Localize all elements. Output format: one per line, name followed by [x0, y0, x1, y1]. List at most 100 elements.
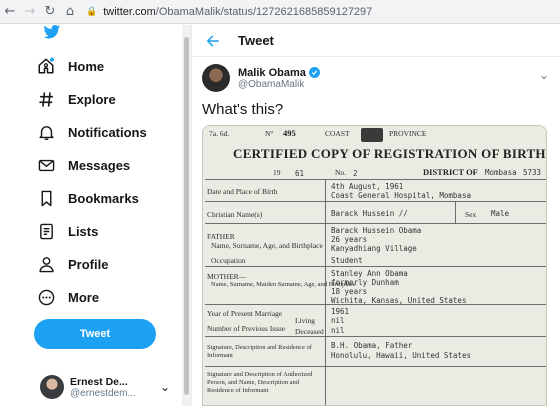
- cert-sex-value: Male: [491, 209, 510, 218]
- cert-row-value: B.H. Obama, Father: [331, 341, 413, 350]
- cert-row-label: Year of Present Marriage: [207, 309, 283, 318]
- cert-row-label: Name, Surname, Age, and Birthplace: [211, 241, 323, 250]
- chevron-down-icon[interactable]: ⌄: [539, 68, 549, 82]
- cert-district-value: Mombasa: [485, 168, 517, 177]
- cert-no-value: 2: [353, 169, 358, 178]
- page-title: Tweet: [238, 33, 274, 48]
- cert-column-rule: [325, 179, 326, 405]
- sidebar-item-profile[interactable]: Profile: [34, 251, 108, 277]
- bookmark-icon: [34, 186, 58, 210]
- account-name: Ernest De...: [70, 375, 128, 388]
- envelope-icon: [34, 153, 58, 177]
- cert-row-label: Christian Name(s): [207, 210, 263, 219]
- sidebar-item-label: Messages: [68, 157, 131, 173]
- cert-district-code: 5733: [523, 168, 542, 177]
- sidebar-item-label: More: [68, 289, 100, 305]
- cert-row-value: nil: [331, 326, 345, 335]
- sidebar-item-bookmarks[interactable]: Bookmarks: [34, 185, 139, 211]
- back-arrow-icon[interactable]: [204, 32, 222, 50]
- sidebar-item-home[interactable]: Home: [34, 53, 104, 79]
- url-path: /ObamaMalik/status/1272621685859127297: [155, 5, 373, 18]
- cert-no-label: No.: [335, 168, 347, 177]
- back-arrow-icon[interactable]: ←: [0, 1, 20, 23]
- sidebar-item-notifications[interactable]: Notifications: [34, 119, 147, 145]
- cert-rule: [205, 223, 546, 224]
- sidebar-item-label: Notifications: [68, 124, 147, 140]
- cert-coast: COAST: [325, 129, 350, 138]
- tweet-text: What's this?: [202, 101, 284, 118]
- cert-row-value: 1961: [331, 307, 350, 316]
- author-avatar[interactable]: [202, 64, 230, 92]
- cert-rule: [205, 266, 546, 267]
- cert-title: CERTIFIED COPY OF REGISTRATION OF BIRTH: [233, 146, 546, 161]
- author-name-row: Malik Obama: [238, 67, 320, 79]
- more-circle-icon: [34, 285, 58, 309]
- cert-row-value: nil: [331, 316, 345, 325]
- cert-row-label: Number of Previous Issue: [207, 324, 286, 333]
- cert-sex-label: Sex: [465, 210, 477, 219]
- sidebar-item-lists[interactable]: Lists: [34, 218, 98, 244]
- cert-year-prefix: 19: [273, 168, 281, 177]
- cert-number-label: N°: [265, 129, 274, 138]
- verified-badge-icon: [308, 67, 320, 78]
- cert-row-label: Signature, Description and Residence of …: [207, 344, 312, 359]
- cert-living-label: Living: [295, 316, 315, 325]
- reload-icon[interactable]: ↻: [40, 1, 60, 23]
- tweet-image[interactable]: 7a. 6d. N° 495 COAST PROVINCE CERTIFIED …: [202, 125, 547, 406]
- home-icon: [34, 54, 58, 78]
- cert-row-value: 4th August, 1961: [331, 182, 404, 191]
- cert-deceased-label: Deceased: [295, 327, 324, 336]
- main-column: Tweet Malik Obama @ObamaMalik ⌄ What's t…: [191, 25, 560, 406]
- cert-row-value: Student: [331, 256, 363, 265]
- page-header: Tweet: [192, 25, 560, 57]
- author-name[interactable]: Malik Obama: [238, 67, 306, 79]
- cert-rule: [205, 201, 546, 202]
- cert-row-value: Kanyadhiang Village: [331, 244, 417, 253]
- account-handle: @ernestdem...: [70, 387, 136, 399]
- sidebar-item-label: Lists: [68, 223, 99, 239]
- home-page-icon[interactable]: ⌂: [60, 1, 80, 23]
- left-sidebar: Home Explore Notifications Messages Book…: [0, 25, 182, 406]
- cert-row-value: Coast General Hospital, Mombasa: [331, 191, 471, 200]
- cert-row-value: 18 years: [331, 287, 368, 296]
- cert-row-value: Barack Hussein Obama: [331, 226, 422, 235]
- author-handle[interactable]: @ObamaMalik: [238, 79, 320, 90]
- sidebar-item-label: Profile: [68, 256, 109, 272]
- address-bar[interactable]: 🔒 twitter.com/ObamaMalik/status/12726216…: [86, 2, 560, 22]
- cert-row-label: Occupation: [211, 256, 246, 265]
- cert-row-value: formerly Dunham: [331, 278, 399, 287]
- chevron-down-icon: ⌄: [159, 380, 170, 394]
- cert-year-suffix: 61: [295, 169, 305, 178]
- cert-rule: [205, 366, 546, 367]
- scrollbar-thumb[interactable]: [184, 37, 189, 395]
- forward-arrow-icon[interactable]: →: [20, 1, 40, 23]
- avatar: [40, 375, 64, 399]
- cert-row-value: 26 years: [331, 235, 368, 244]
- sidebar-item-messages[interactable]: Messages: [34, 152, 130, 178]
- list-icon: [34, 219, 58, 243]
- sidebar-item-more[interactable]: More: [34, 284, 99, 310]
- sidebar-item-explore[interactable]: Explore: [34, 86, 116, 112]
- cert-row-value: Honolulu, Hawaii, United States: [331, 351, 471, 360]
- cert-number: 495: [283, 128, 296, 138]
- cert-row-label: FATHER: [207, 232, 235, 241]
- tweet-author: Malik Obama @ObamaMalik ⌄: [202, 62, 557, 94]
- coat-of-arms-emblem: [361, 128, 383, 142]
- cert-top-left: 7a. 6d.: [209, 129, 230, 138]
- account-switcher[interactable]: Ernest De... @ernestdem... ⌄: [40, 370, 170, 404]
- person-icon: [34, 252, 58, 276]
- sidebar-item-label: Explore: [68, 91, 116, 107]
- cert-row-value: Wichita, Kansas, United States: [331, 296, 467, 305]
- cert-row-label: Date and Place of Birth: [207, 187, 278, 196]
- twitter-bird-icon[interactable]: [42, 25, 62, 39]
- cert-province: PROVINCE: [389, 129, 427, 138]
- cert-row-label: Signature and Description of Authorized …: [207, 371, 313, 394]
- sidebar-item-label: Home: [68, 58, 105, 74]
- sidebar-scrollbar[interactable]: [182, 25, 191, 406]
- url-host: twitter.com: [103, 5, 156, 18]
- cert-row-label: MOTHER—: [207, 272, 247, 281]
- tweet-button[interactable]: Tweet: [34, 319, 156, 349]
- cert-district-label: DISTRICT OF: [423, 167, 478, 177]
- browser-toolbar: ← → ↻ ⌂ 🔒 twitter.com/ObamaMalik/status/…: [0, 0, 560, 24]
- cert-rule: [205, 336, 546, 337]
